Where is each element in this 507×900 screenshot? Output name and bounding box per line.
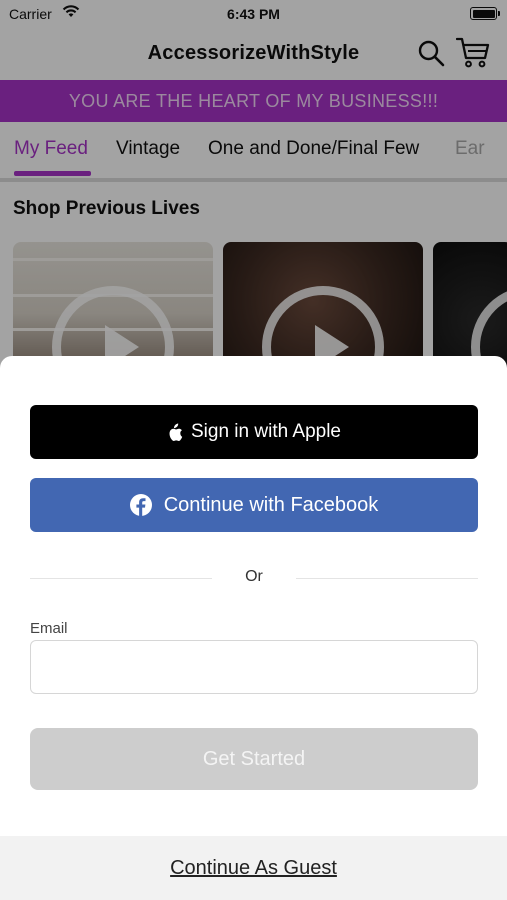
guest-bar: Continue As Guest — [0, 836, 507, 900]
or-label: Or — [245, 568, 263, 585]
facebook-button-label: Continue with Facebook — [163, 493, 379, 516]
facebook-icon — [129, 494, 152, 516]
get-started-button[interactable]: Get Started — [30, 728, 478, 790]
continue-as-guest-link[interactable]: Continue As Guest — [170, 857, 337, 879]
sign-in-with-apple-button[interactable]: Sign in with Apple — [30, 405, 478, 459]
or-divider: Or — [30, 566, 478, 590]
email-label: Email — [30, 620, 68, 637]
apple-button-label: Sign in with Apple — [191, 421, 341, 442]
apple-icon — [169, 423, 183, 441]
sign-in-sheet: Sign in with Apple Continue with Faceboo… — [0, 356, 507, 900]
continue-with-facebook-button[interactable]: Continue with Facebook — [30, 478, 478, 532]
email-field[interactable] — [30, 640, 478, 694]
